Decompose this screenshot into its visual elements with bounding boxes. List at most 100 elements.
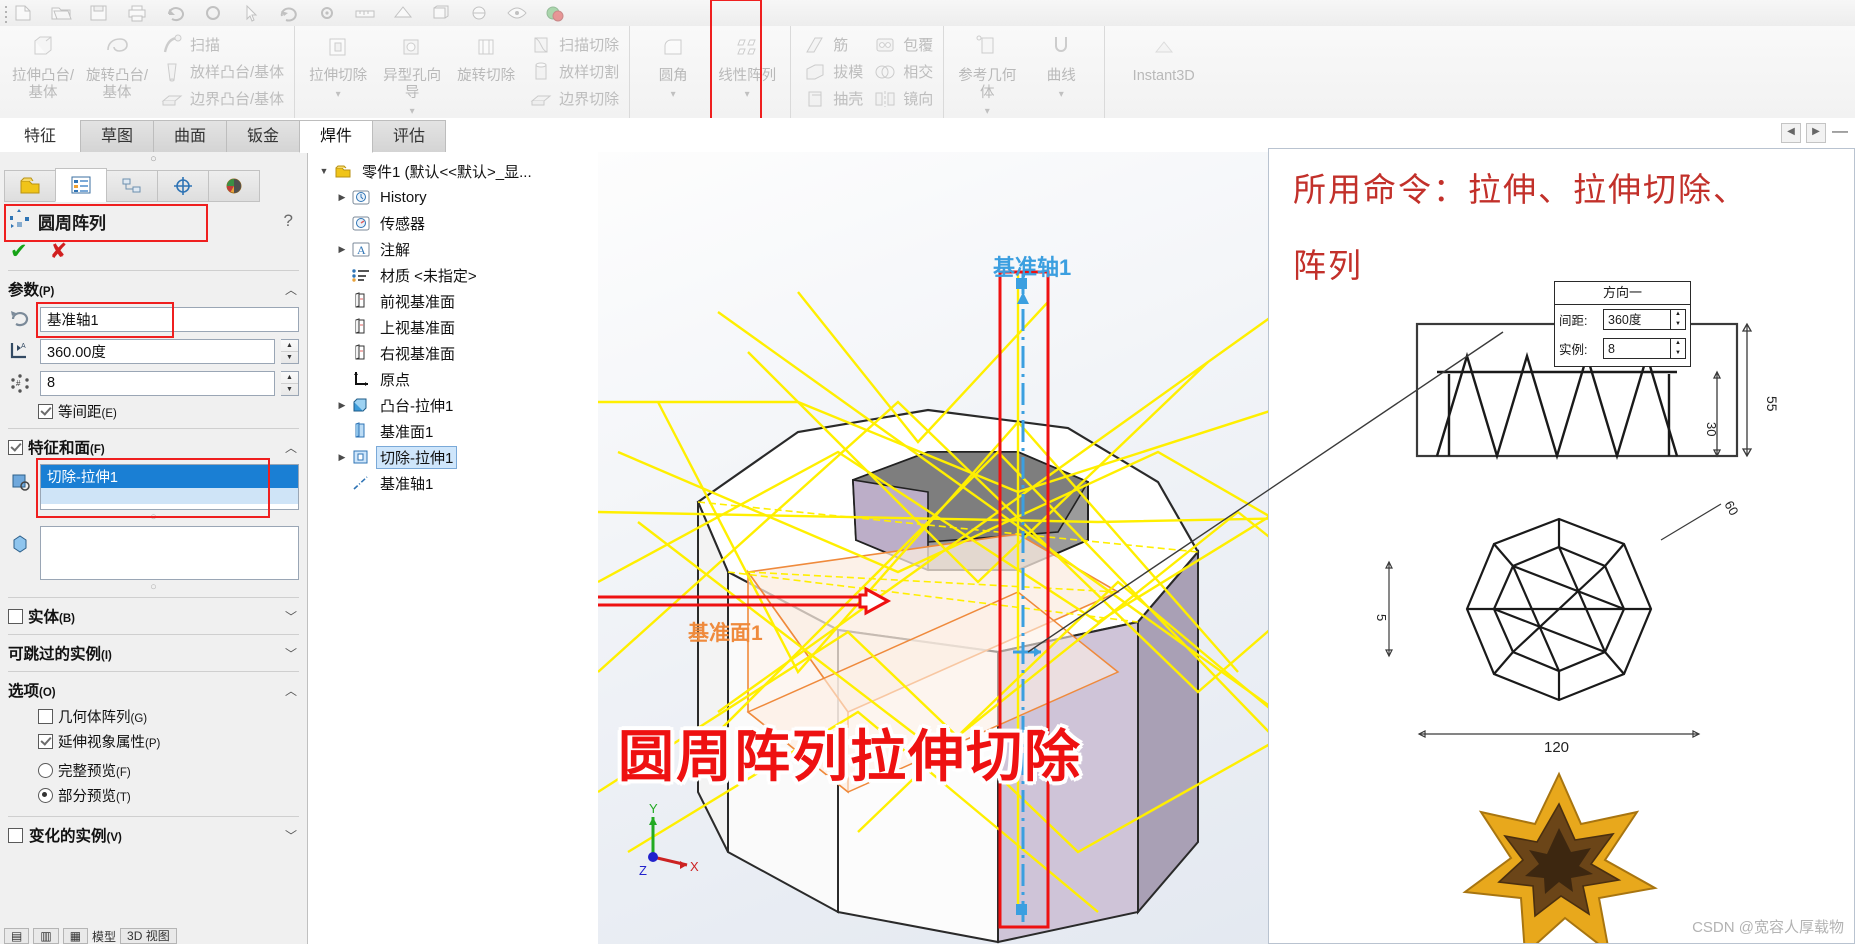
tab-sheetmetal[interactable]: 钣金	[226, 120, 300, 152]
loft-boss-button[interactable]: 放样凸台/基体	[154, 58, 288, 85]
count-stepper[interactable]: ▲ ▼	[281, 370, 299, 396]
extrude-cut-button[interactable]: 拉伸切除 ▾	[301, 28, 375, 102]
section-variable-header[interactable]: 变化的实例(V) ﹀	[0, 821, 307, 849]
selected-feature-item[interactable]: 切除-拉伸1	[41, 465, 298, 488]
bodies-selection-list[interactable]	[40, 526, 299, 580]
tree-node-cut-extrude1[interactable]: ▶ 切除-拉伸1	[308, 444, 598, 470]
angle-stepper[interactable]: ▲ ▼	[281, 338, 299, 364]
sweep-button[interactable]: 扫描	[154, 31, 288, 58]
wrap-button[interactable]: 包覆	[867, 31, 937, 58]
chevron-down-icon[interactable]: ﹀	[285, 827, 297, 844]
list-resize-grip[interactable]: ○	[0, 512, 307, 523]
tree-node-plane1[interactable]: 基准面1	[308, 418, 598, 444]
print-icon[interactable]	[122, 1, 152, 25]
display-manager-tab[interactable]	[208, 170, 260, 202]
tab-evaluate[interactable]: 评估	[372, 120, 446, 152]
dimxpert-manager-tab[interactable]	[157, 170, 209, 202]
tree-node-sensors[interactable]: 传感器	[308, 210, 598, 236]
chevron-up-icon[interactable]: ︿	[285, 682, 297, 699]
angle-input[interactable]: 360.00度	[40, 338, 275, 364]
section-view-icon[interactable]	[388, 1, 418, 25]
instant3d-button[interactable]: Instant3D	[1111, 28, 1216, 85]
tree-node-part[interactable]: ▼ 零件1 (默认<<默认>_显...	[308, 158, 598, 184]
reference-geometry-dropdown[interactable]: ▾	[985, 106, 990, 117]
list-resize-grip-2[interactable]: ○	[0, 582, 307, 593]
curves-button[interactable]: 曲线 ▾	[1024, 28, 1098, 102]
hole-wizard-button[interactable]: 异型孔向导 ▾	[375, 28, 449, 118]
view-orientation-icon[interactable]	[426, 1, 456, 25]
tree-node-origin[interactable]: 原点	[308, 366, 598, 392]
full-preview-row[interactable]: 完整预览(F)	[0, 758, 307, 783]
expand-arrow-right-icon[interactable]: ▶	[334, 400, 350, 411]
section-parameters-header[interactable]: 参数(P) ︿	[0, 275, 307, 303]
model-view-btn-1[interactable]: ▤	[4, 928, 30, 944]
feature-selection-list[interactable]: 切除-拉伸1	[40, 464, 299, 510]
prev-icon[interactable]: ◀	[1781, 123, 1801, 143]
equal-spacing-row[interactable]: 等间距(E)	[0, 399, 307, 424]
cancel-button[interactable]: ✘	[50, 239, 68, 264]
section-bodies-header[interactable]: 实体(B) ﹀	[0, 602, 307, 630]
full-preview-radio[interactable]	[38, 763, 53, 778]
propagate-visual-row[interactable]: 延伸视象属性(P)	[0, 729, 307, 754]
linear-pattern-button[interactable]: 线性阵列 ▾	[710, 28, 784, 102]
rebuild-icon[interactable]	[274, 1, 304, 25]
display-style-icon[interactable]	[464, 1, 494, 25]
redo-icon[interactable]	[198, 1, 228, 25]
open-icon[interactable]	[46, 1, 76, 25]
save-icon[interactable]	[84, 1, 114, 25]
draft-button[interactable]: 拔模	[797, 58, 867, 85]
empty-list-slot[interactable]	[41, 488, 298, 504]
section-options-header[interactable]: 选项(O) ︿	[0, 676, 307, 704]
equal-spacing-checkbox[interactable]	[38, 404, 53, 419]
curves-dropdown[interactable]: ▾	[1059, 89, 1064, 100]
tree-node-axis1[interactable]: 基准轴1	[308, 470, 598, 496]
mirror-button[interactable]: 镜向	[867, 85, 937, 112]
sweep-cut-button[interactable]: 扫描切除	[523, 31, 623, 58]
chevron-down-icon[interactable]: ﹀	[285, 645, 297, 662]
model-view-btn-2[interactable]: ▥	[33, 928, 59, 944]
section-features-faces-header[interactable]: 特征和面(F) ︿	[0, 433, 307, 461]
tab-weldments[interactable]: 焊件	[299, 120, 373, 153]
chevron-up-icon[interactable]: ︿	[285, 439, 297, 456]
tree-node-history[interactable]: ▶ History	[308, 184, 598, 210]
appearance-icon[interactable]	[540, 1, 570, 25]
measure-icon[interactable]	[350, 1, 380, 25]
revolve-boss-button[interactable]: 旋转凸台/基体	[80, 28, 154, 102]
new-doc-icon[interactable]	[8, 1, 38, 25]
feature-manager-tab[interactable]	[4, 170, 56, 202]
hide-show-icon[interactable]	[502, 1, 532, 25]
model-view-btn-3[interactable]: ▦	[62, 928, 89, 944]
chevron-down-icon[interactable]: ﹀	[285, 608, 297, 625]
shell-button[interactable]: 抽壳	[797, 85, 867, 112]
hole-wizard-dropdown[interactable]: ▾	[410, 106, 415, 117]
tree-node-right-plane[interactable]: 右视基准面	[308, 340, 598, 366]
geometry-pattern-checkbox[interactable]	[38, 709, 53, 724]
intersect-button[interactable]: 相交	[867, 58, 937, 85]
geometry-pattern-row[interactable]: 几何体阵列(G)	[0, 704, 307, 729]
3d-view-label[interactable]: 3D 视图	[120, 928, 177, 944]
extrude-cut-dropdown[interactable]: ▾	[336, 89, 341, 100]
expand-arrow-right-icon[interactable]: ▶	[334, 244, 350, 255]
rib-button[interactable]: 筋	[797, 31, 867, 58]
next-icon[interactable]: ▶	[1806, 123, 1826, 143]
section-skipped-header[interactable]: 可跳过的实例(I) ﹀	[0, 639, 307, 667]
bodies-checkbox[interactable]	[8, 608, 23, 624]
axis-input[interactable]: 基准轴1	[40, 306, 299, 332]
expand-arrow-right-icon[interactable]: ▶	[334, 192, 350, 203]
extrude-boss-button[interactable]: 拉伸凸台/基体	[6, 28, 80, 102]
accept-button[interactable]: ✔	[10, 239, 28, 264]
help-icon[interactable]: ?	[284, 211, 293, 231]
boundary-boss-button[interactable]: 边界凸台/基体	[154, 85, 288, 112]
revolve-cut-button[interactable]: 旋转切除	[449, 28, 523, 85]
partial-preview-row[interactable]: 部分预览(T)	[0, 783, 307, 808]
variable-checkbox[interactable]	[8, 827, 23, 843]
undo-icon[interactable]	[160, 1, 190, 25]
configuration-manager-tab[interactable]	[106, 170, 158, 202]
expand-arrow-down-icon[interactable]: ▼	[316, 166, 332, 176]
tab-sketch[interactable]: 草图	[80, 120, 154, 152]
property-manager-tab[interactable]	[55, 168, 107, 202]
chevron-up-icon[interactable]: ︿	[285, 281, 297, 298]
count-input[interactable]: 8	[40, 370, 275, 396]
minimize-icon[interactable]: —	[1831, 124, 1849, 142]
tree-node-annotations[interactable]: ▶ A 注解	[308, 236, 598, 262]
